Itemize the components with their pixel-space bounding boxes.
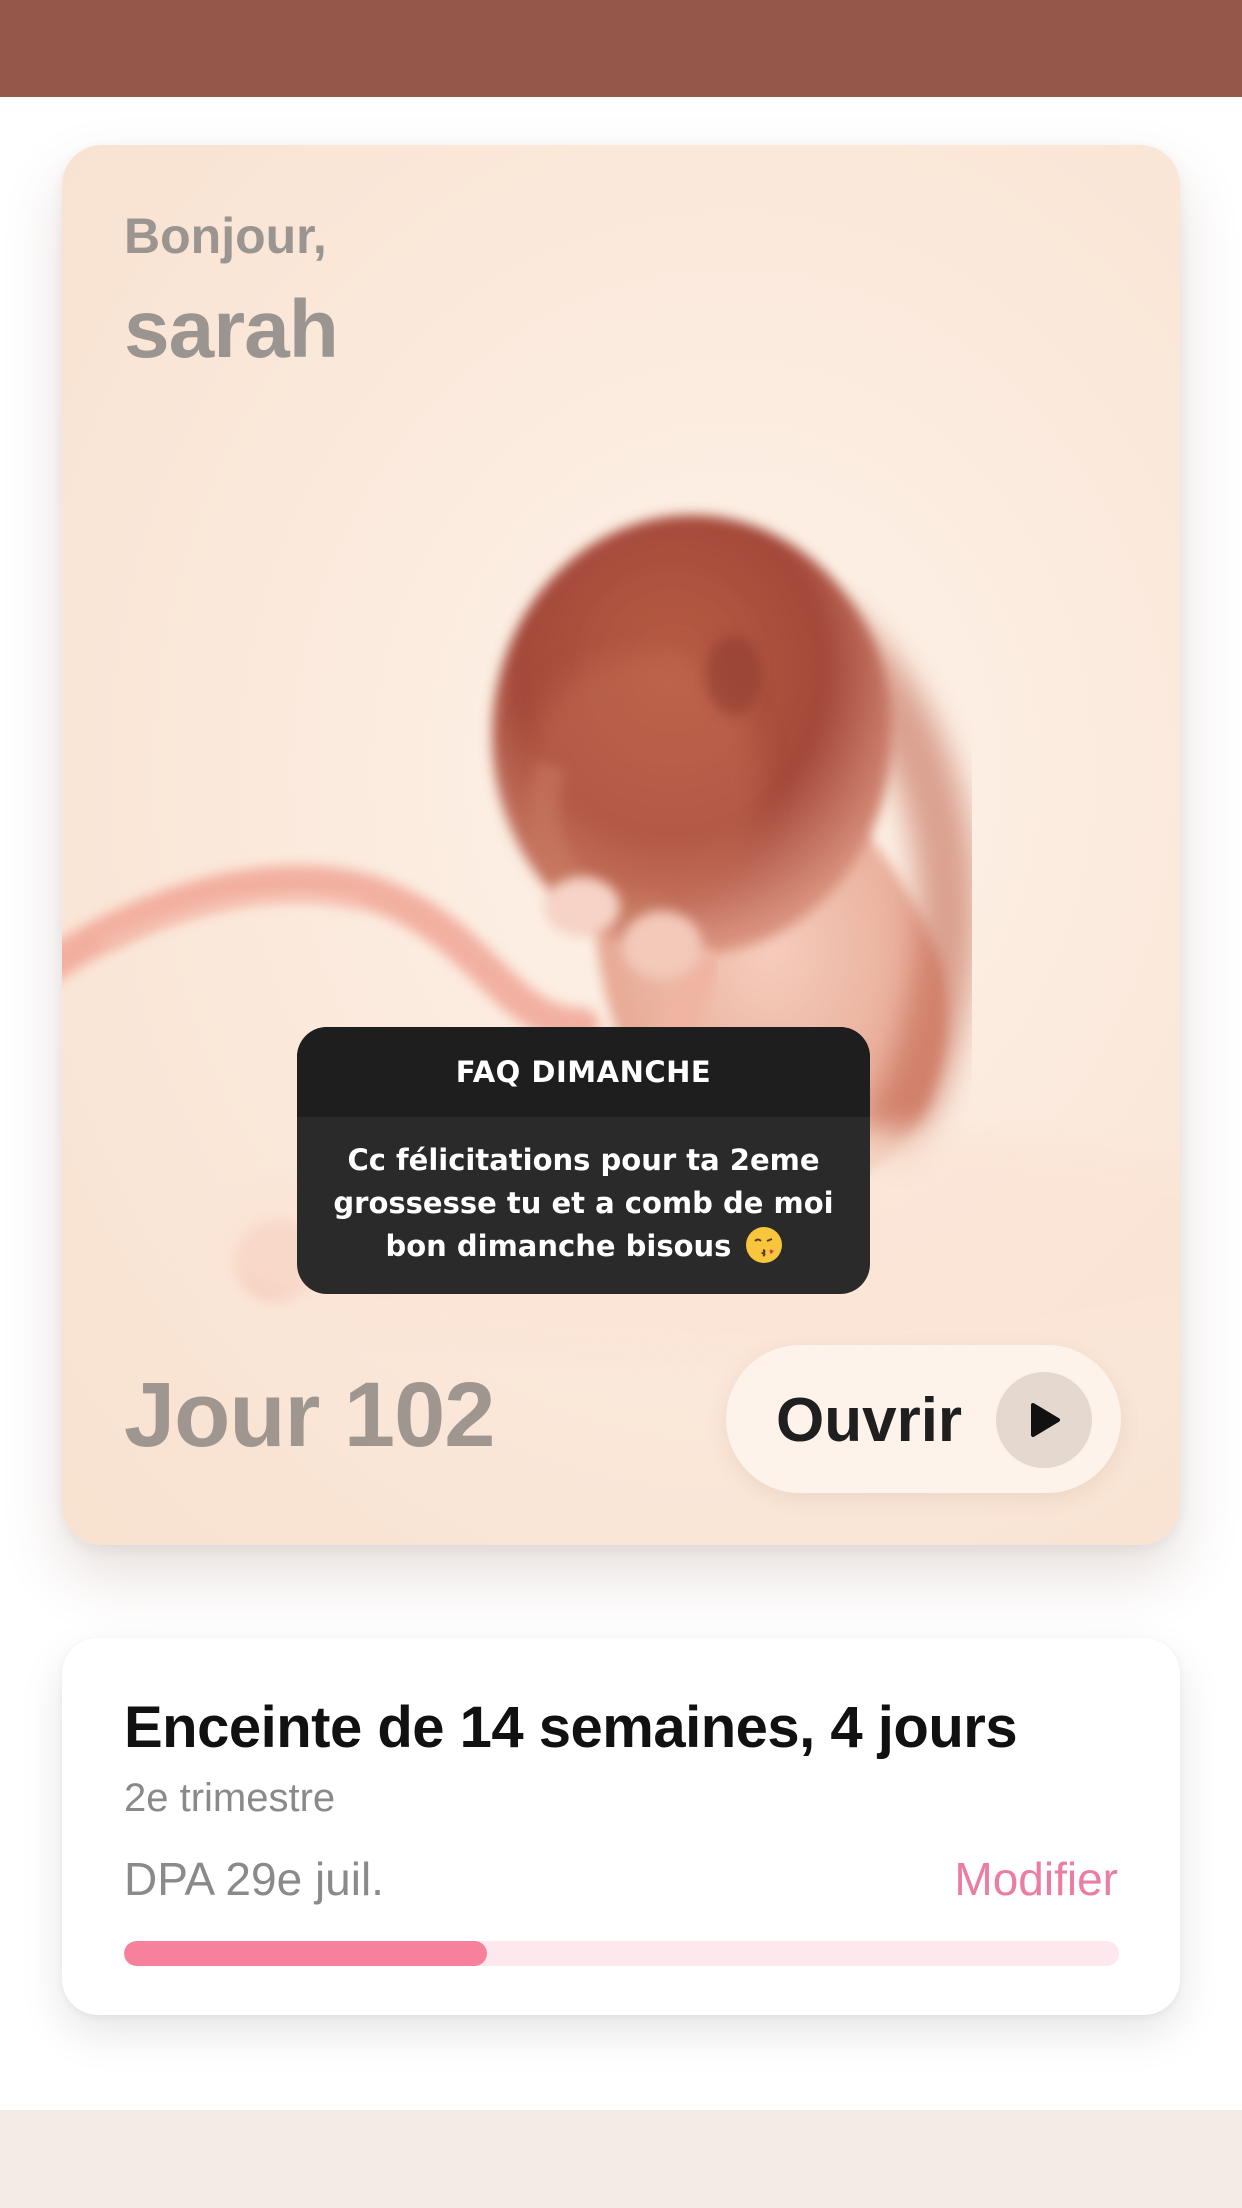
top-header-bar (0, 0, 1242, 97)
daily-hero-card[interactable]: Bonjour, sarah Jour 102 Ouvrir (62, 145, 1180, 1545)
open-button[interactable]: Ouvrir (726, 1345, 1121, 1493)
kissing-face-emoji-icon (745, 1227, 782, 1263)
story-reply-message-container: Cc félicitations pour ta 2eme grossesse … (297, 1117, 870, 1268)
pregnancy-status-card[interactable]: Enceinte de 14 semaines, 4 jours 2e trim… (62, 1638, 1180, 2015)
pregnancy-week-title: Enceinte de 14 semaines, 4 jours (124, 1695, 1018, 1760)
pregnancy-progress-bar (124, 1941, 1119, 1966)
bottom-strip (0, 2110, 1242, 2208)
play-icon (996, 1372, 1092, 1468)
modify-due-date-link[interactable]: Modifier (954, 1852, 1118, 1906)
trimester-label: 2e trimestre (124, 1776, 336, 1820)
greeting-text: Bonjour, (124, 208, 327, 264)
story-reply-title: FAQ DIMANCHE (297, 1027, 870, 1117)
due-date-label: DPA 29e juil. (124, 1853, 384, 1905)
pregnancy-progress-fill (124, 1941, 488, 1966)
day-counter: Jour 102 (124, 1364, 495, 1466)
user-name: sarah (124, 284, 339, 375)
story-reply-box: FAQ DIMANCHE Cc félicitations pour ta 2e… (297, 1027, 870, 1294)
open-button-label: Ouvrir (776, 1386, 963, 1455)
